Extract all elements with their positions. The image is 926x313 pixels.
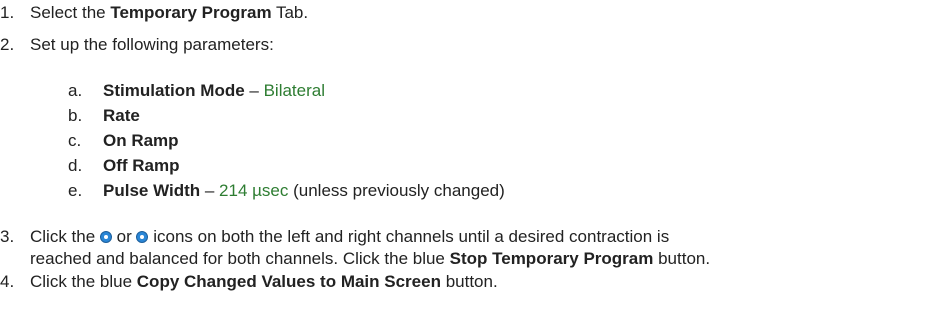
step-text: reached and balanced for both channels. … xyxy=(30,248,710,270)
step-text-or: or xyxy=(111,227,137,246)
step-text: Select the Temporary Program Tab. xyxy=(30,2,308,24)
step-text-pre: reached and balanced for both channels. … xyxy=(30,249,450,268)
step-text-pre: Select the xyxy=(30,3,111,22)
decrease-icon xyxy=(99,231,112,243)
param-letter: e. xyxy=(68,181,83,200)
step-number: 2. xyxy=(0,35,15,54)
param-text: Off Ramp xyxy=(103,155,180,177)
param-label: Stimulation Mode xyxy=(103,81,245,100)
param-value: Bilateral xyxy=(263,81,325,100)
step-bold: Temporary Program xyxy=(110,3,272,22)
param-separator: – xyxy=(244,81,264,100)
param-letter: a. xyxy=(68,81,83,100)
param-letter: b. xyxy=(68,106,83,125)
param-separator: – xyxy=(200,181,220,200)
param-letter: d. xyxy=(68,156,83,175)
step-text: Set up the following parameters: xyxy=(30,35,274,54)
step-number: 4. xyxy=(0,272,15,291)
param-text: Rate xyxy=(103,105,140,127)
step-bold: Stop Temporary Program xyxy=(449,249,654,268)
step-text: Click the blue Copy Changed Values to Ma… xyxy=(30,271,498,293)
param-note: (unless previously changed) xyxy=(288,181,505,200)
step-number: 3. xyxy=(0,227,15,246)
step-bold: Copy Changed Values to Main Screen xyxy=(136,272,441,291)
step-number: 1. xyxy=(0,3,15,22)
step-text-post: icons on both the left and right channel… xyxy=(148,227,670,246)
param-label: On Ramp xyxy=(103,131,179,150)
param-text: Stimulation Mode – Bilateral xyxy=(103,80,325,102)
param-letter: c. xyxy=(68,131,82,150)
param-text: On Ramp xyxy=(103,130,179,152)
param-text: Pulse Width – 214 µsec (unless previousl… xyxy=(103,180,505,202)
param-value: 214 µsec xyxy=(219,181,289,200)
step-text-pre: Click the xyxy=(30,227,100,246)
step-text-post: Tab. xyxy=(271,3,309,22)
param-label: Pulse Width xyxy=(103,181,201,200)
step-text-post: button. xyxy=(653,249,711,268)
step-text-pre: Click the blue xyxy=(30,272,137,291)
step-text: Click the or icons on both the left and … xyxy=(30,226,669,248)
param-label: Rate xyxy=(103,106,140,125)
param-label: Off Ramp xyxy=(103,156,180,175)
step-text-post: button. xyxy=(440,272,498,291)
increase-icon xyxy=(136,231,149,243)
